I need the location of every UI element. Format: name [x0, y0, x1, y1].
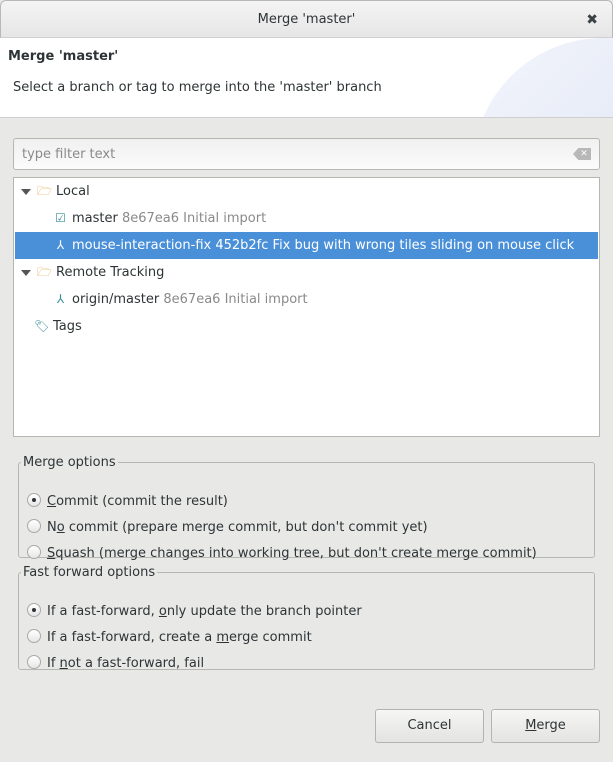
branch-icon: ⅄: [56, 238, 65, 252]
header-title: Merge 'master': [8, 49, 119, 64]
tree-node-mouse-interaction-fix[interactable]: ⅄ mouse-interaction-fix 452b2fc Fix bug w…: [15, 232, 598, 259]
radio-button[interactable]: [27, 545, 41, 559]
radio-no-commit[interactable]: No commit (prepare merge commit, but don…: [27, 518, 428, 538]
radio-button[interactable]: [27, 629, 41, 643]
header-description: Select a branch or tag to merge into the…: [13, 80, 382, 95]
filter-field[interactable]: ✕: [13, 138, 600, 170]
branch-commit: 452b2fc Fix bug with wrong tiles sliding…: [215, 238, 575, 253]
dialog-header: Merge 'master' Select a branch or tag to…: [0, 38, 613, 118]
option-label: erge commit: [229, 630, 312, 645]
radio-squash[interactable]: Squash (merge changes into working tree,…: [27, 544, 537, 564]
branch-commit: 8e67ea6 Initial import: [163, 292, 308, 307]
radio-button[interactable]: [27, 655, 41, 669]
option-label: M: [525, 718, 537, 733]
option-label: If a fast-forward,: [47, 604, 159, 619]
radio-ff[interactable]: If a fast-forward, only update the branc…: [27, 602, 362, 622]
radio-button[interactable]: [27, 493, 41, 507]
branch-commit: 8e67ea6 Initial import: [121, 211, 267, 226]
node-label: Local: [56, 184, 90, 199]
radio-ff-only[interactable]: If not a fast-forward, fail: [27, 654, 204, 674]
radio-button[interactable]: [27, 519, 41, 533]
window-title: Merge 'master': [257, 12, 356, 27]
option-label: nly update the branch pointer: [166, 604, 362, 619]
tags-icon: 🏷: [34, 319, 50, 333]
group-label: Merge options: [23, 455, 116, 470]
header-decoration: [473, 38, 613, 117]
branch-tree[interactable]: 🗁 Local ☑ master 8e67ea6 Initial import ⅄ m…: [13, 177, 600, 437]
folder-open-icon: 🗁: [37, 184, 52, 198]
tree-node-origin-master[interactable]: ⅄ origin/master 8e67ea6 Initial import: [15, 286, 598, 313]
expand-arrow-icon[interactable]: [21, 188, 31, 195]
radio-commit[interactable]: Commit (commit the result): [27, 492, 228, 512]
merge-button[interactable]: Merge: [491, 709, 600, 743]
option-label: N: [47, 520, 57, 535]
tree-node-local[interactable]: 🗁 Local: [15, 178, 598, 205]
tree-node-tags[interactable]: 🏷 Tags: [15, 313, 598, 340]
option-label: If a fast-forward, create a: [47, 630, 217, 645]
option-label: C: [47, 494, 57, 509]
radio-button[interactable]: [27, 603, 41, 617]
close-icon[interactable]: ✖: [586, 1, 598, 39]
cancel-button[interactable]: Cancel: [375, 709, 484, 743]
option-label: commit (prepare merge commit, but don't …: [64, 520, 428, 535]
option-label: n: [59, 656, 68, 671]
option-label: ommit (commit the result): [56, 494, 228, 509]
filter-input[interactable]: [14, 139, 554, 169]
merge-options-group: Merge options Commit (commit the result)…: [18, 455, 595, 561]
checked-out-branch-icon: ☑: [55, 211, 66, 225]
branch-name: master: [72, 211, 118, 226]
group-label: Fast forward options: [23, 565, 156, 580]
option-label: ot a fast-forward, fail: [67, 656, 205, 671]
radio-no-ff[interactable]: If a fast-forward, create a merge commit: [27, 628, 312, 648]
branch-name: origin/master: [72, 292, 160, 307]
expand-arrow-icon[interactable]: [21, 269, 31, 276]
option-label: quash (merge changes into working tree, …: [55, 546, 537, 561]
tree-node-remote-tracking[interactable]: 🗁 Remote Tracking: [15, 259, 598, 286]
clear-filter-icon[interactable]: ✕: [573, 148, 591, 160]
option-label: If: [47, 656, 60, 671]
option-label: m: [216, 630, 230, 645]
option-label: o: [158, 604, 167, 619]
node-label: Remote Tracking: [56, 265, 165, 280]
folder-open-icon: 🗁: [37, 265, 52, 279]
title-bar: Merge 'master' ✖: [0, 0, 613, 38]
remote-branch-icon: ⅄: [56, 292, 65, 306]
fast-forward-options-group: Fast forward options If a fast-forward, …: [18, 565, 595, 671]
option-label: o: [56, 520, 65, 535]
branch-name: mouse-interaction-fix: [72, 238, 212, 253]
tree-node-master[interactable]: ☑ master 8e67ea6 Initial import: [15, 205, 598, 232]
node-label: Tags: [53, 319, 82, 334]
